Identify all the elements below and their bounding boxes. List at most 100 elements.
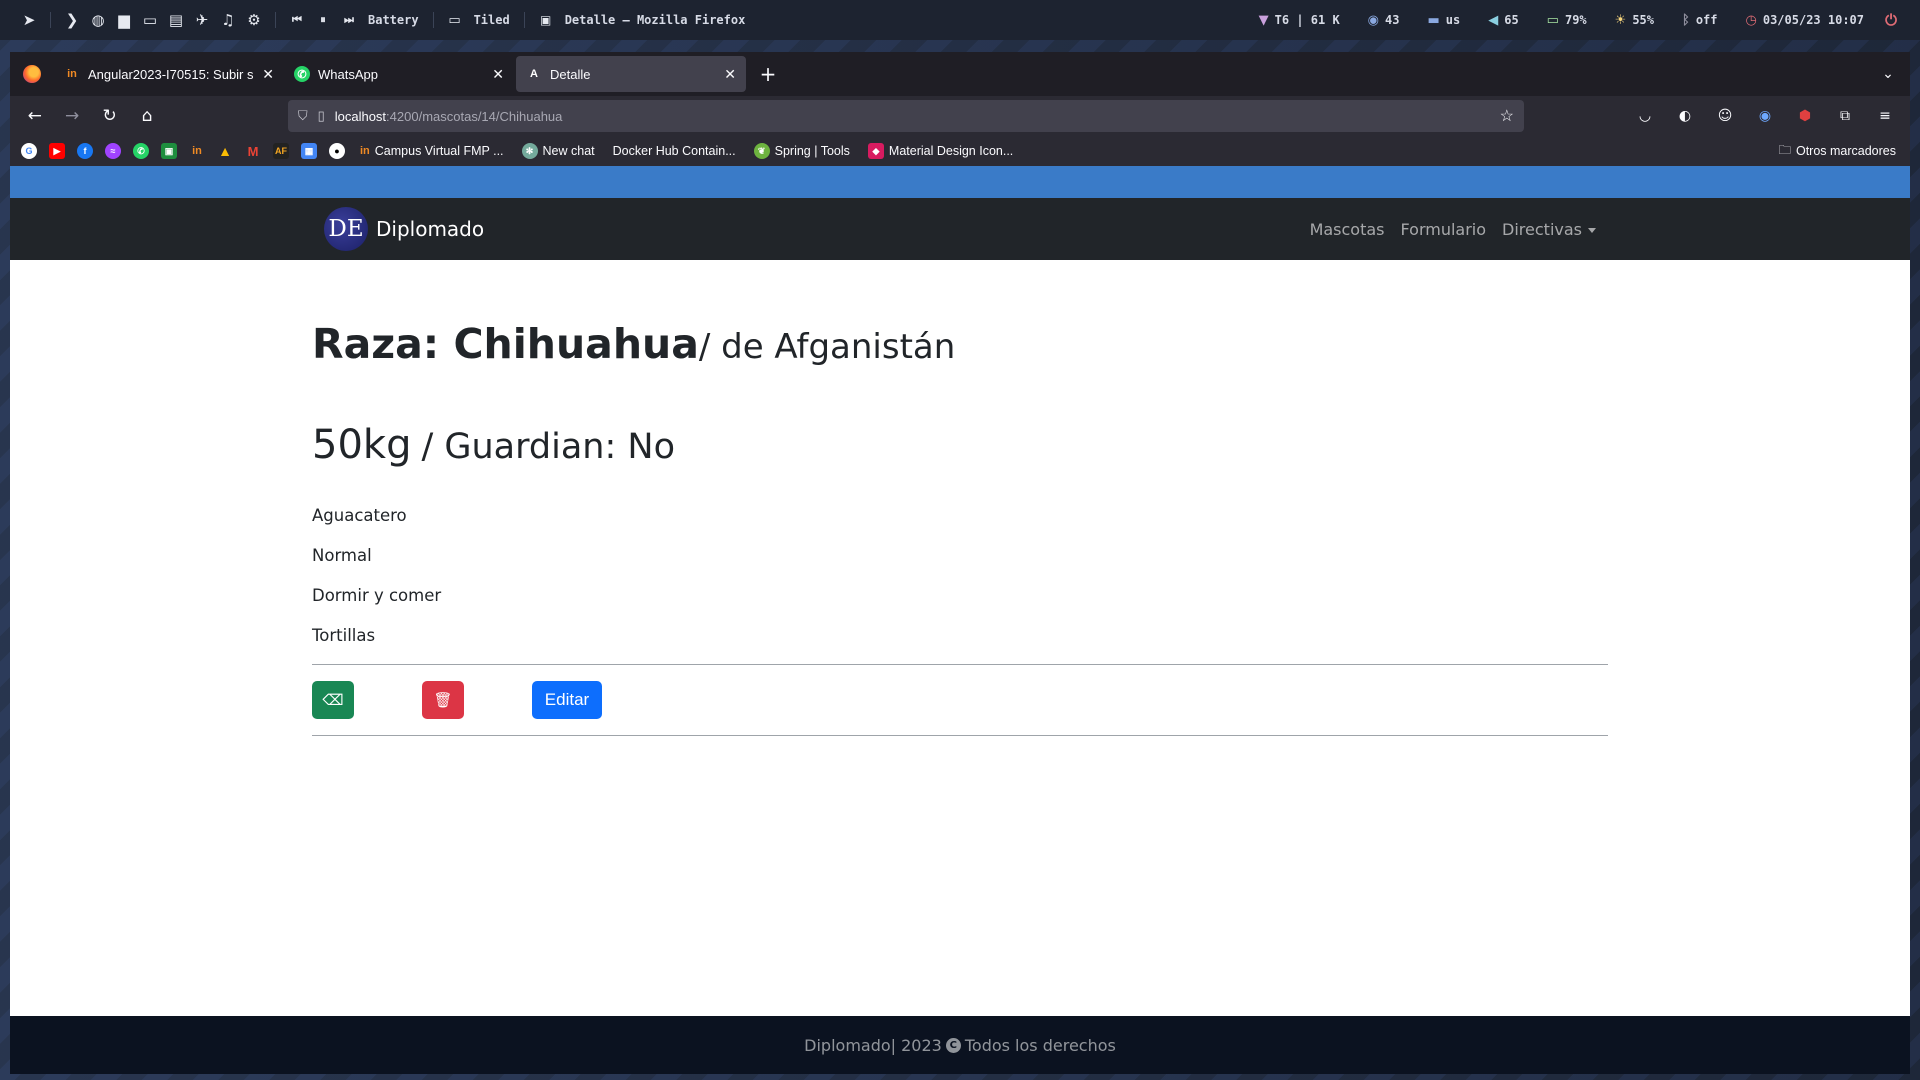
bookmark-star-icon[interactable]: ☆: [1500, 106, 1514, 126]
footer-left: Diplomado| 2023: [804, 1035, 942, 1055]
whatsapp-icon: ✆: [294, 66, 310, 82]
workspace-label: Battery: [368, 13, 419, 27]
keyboard-icon: ▬: [1427, 12, 1440, 28]
whatsapp-bookmark-icon[interactable]: ✆: [130, 141, 152, 161]
back-arrow-icon[interactable]: ←: [18, 101, 51, 131]
power-icon[interactable]: ⏻: [1878, 7, 1904, 33]
chatgpt-icon: ✻: [521, 143, 538, 159]
next-track-icon[interactable]: ⏭: [336, 7, 362, 33]
separator: [432, 12, 434, 28]
edit-button[interactable]: Editar: [532, 681, 602, 719]
pocket-icon[interactable]: ◡: [1628, 101, 1662, 131]
updates-indicator[interactable]: ◉ 43: [1354, 13, 1414, 28]
bookmark-new-chat[interactable]: ✻ New chat: [516, 143, 601, 159]
google-icon[interactable]: G: [18, 141, 40, 161]
institution-icon[interactable]: in: [186, 141, 208, 161]
pet-info-item: Normal: [312, 546, 372, 565]
page-icon: ▯: [317, 108, 325, 123]
launcher-icon[interactable]: ➤: [16, 7, 42, 33]
brightness-indicator[interactable]: ☀ 55%: [1601, 13, 1668, 28]
af-icon[interactable]: AF: [270, 141, 292, 161]
messenger-icon[interactable]: ≈: [102, 141, 124, 161]
network-indicator[interactable]: ▼ T6 | 61 K: [1245, 13, 1354, 28]
updates-icon: ◉: [1367, 12, 1380, 28]
brand-logo: DE: [324, 207, 368, 251]
bookmark-docker[interactable]: Docker Hub Contain...: [607, 144, 742, 158]
footer-right: Todos los derechos: [964, 1035, 1116, 1055]
telegram-icon[interactable]: ✈: [189, 7, 215, 33]
pet-info-item: Dormir y comer: [312, 586, 442, 605]
volume-indicator[interactable]: ◀ 65: [1474, 13, 1532, 28]
nav-formulario[interactable]: Formulario: [1401, 220, 1487, 239]
folder-icon[interactable]: ▆: [111, 7, 137, 33]
classroom-icon[interactable]: ▣: [158, 141, 180, 161]
nav-directivas-dropdown[interactable]: Directivas: [1502, 220, 1596, 239]
url-bar[interactable]: ⛉ ▯ localhost:4200/mascotas/14/Chihuahua…: [287, 100, 1524, 132]
extension-avatar-icon[interactable]: ◐: [1668, 101, 1702, 131]
close-tab-icon[interactable]: ✕: [724, 66, 736, 83]
list-tabs-chevron-icon[interactable]: ⌄: [1866, 52, 1910, 96]
home-icon[interactable]: ⌂: [130, 101, 163, 131]
window-icon: ▣: [540, 13, 552, 27]
drive-icon[interactable]: ▲: [214, 141, 236, 161]
reload-icon[interactable]: ↻: [93, 101, 126, 131]
pause-icon[interactable]: ⏸: [310, 7, 336, 33]
extension-face-icon[interactable]: ☺: [1708, 101, 1742, 131]
bookmarks-toolbar: G ▶ f ≈ ✆ ▣ in ▲ M AF ▦ ● in Campus Virtu…: [10, 136, 1910, 166]
brand[interactable]: DE Diplomado: [324, 207, 484, 251]
tab-whatsapp[interactable]: ✆ WhatsApp ✕: [284, 52, 514, 96]
new-tab-button[interactable]: +: [748, 52, 788, 96]
tab-title: Detalle: [550, 66, 591, 82]
tab-bar: in Angular2023-I70515: Subir so ✕ ✆ What…: [10, 52, 1910, 96]
close-tab-icon[interactable]: ✕: [492, 66, 504, 83]
terminal-icon[interactable]: ❯: [59, 7, 85, 33]
keyboard-indicator[interactable]: ▬ us: [1413, 13, 1474, 28]
other-bookmarks[interactable]: 🗀 Otros marcadores: [1772, 141, 1902, 162]
action-buttons: ⌫ 🗑 Editar: [312, 665, 1608, 735]
spring-leaf-icon: ❦: [753, 143, 770, 159]
browser-window: in Angular2023-I70515: Subir so ✕ ✆ What…: [10, 52, 1910, 1074]
bluetooth-indicator[interactable]: ᛒ off: [1668, 13, 1732, 28]
youtube-icon[interactable]: ▶: [46, 141, 68, 161]
battery-indicator[interactable]: ▭ 79%: [1533, 13, 1601, 28]
firefox-view-button[interactable]: [10, 52, 54, 96]
display-icon: ▭: [448, 12, 461, 28]
menu-hamburger-icon[interactable]: ≡: [1868, 101, 1902, 131]
previous-track-icon[interactable]: ⏮: [284, 7, 310, 33]
gmail-icon[interactable]: M: [242, 141, 264, 161]
nav-mascotas[interactable]: Mascotas: [1310, 220, 1385, 239]
material-icon: ◆: [867, 143, 884, 159]
tab-title: WhatsApp: [318, 66, 378, 82]
monitor-icon[interactable]: ▭: [137, 7, 163, 33]
forward-arrow-icon[interactable]: →: [55, 101, 88, 131]
brightness-icon: ☀: [1614, 12, 1627, 28]
weight-heading: 50kg / Guardian: No: [312, 422, 1608, 468]
page-viewport: DE Diplomado Mascotas Formulario Directi…: [10, 166, 1910, 1074]
extensions-puzzle-icon[interactable]: ⧉: [1828, 101, 1862, 131]
accent-strip: [10, 166, 1910, 198]
ublock-icon[interactable]: ⬢: [1788, 101, 1822, 131]
shield-icon[interactable]: ⛉: [298, 108, 308, 124]
tab-angular[interactable]: in Angular2023-I70515: Subir so ✕: [54, 52, 284, 96]
tab-detalle[interactable]: A Detalle ✕: [516, 56, 746, 92]
breed-name: Raza: Chihuahua: [312, 320, 699, 368]
globe-icon[interactable]: ◍: [85, 7, 111, 33]
facebook-icon[interactable]: f: [74, 141, 96, 161]
trash-icon: 🗑: [433, 692, 453, 709]
back-button[interactable]: ⌫: [312, 681, 354, 719]
notes-icon[interactable]: ▤: [163, 7, 189, 33]
extension-blue-icon[interactable]: ◉: [1748, 101, 1782, 131]
bookmark-material-icons[interactable]: ◆ Material Design Icon...: [862, 143, 1019, 159]
calendar-icon[interactable]: ▦: [298, 141, 320, 161]
site-footer: Diplomado| 2023 C Todos los derechos: [10, 1016, 1910, 1074]
github-icon[interactable]: ●: [326, 141, 348, 161]
navigation-toolbar: ← → ↻ ⌂ ⛉ ▯ localhost:4200/mascotas/14/C…: [10, 96, 1910, 136]
delete-button[interactable]: 🗑: [422, 681, 464, 719]
clock-indicator[interactable]: ◷ 03/05/23 10:07: [1732, 13, 1879, 28]
music-icon[interactable]: ♫: [215, 7, 241, 33]
settings-gear-icon[interactable]: ⚙: [241, 7, 267, 33]
close-tab-icon[interactable]: ✕: [262, 66, 274, 83]
bookmark-spring[interactable]: ❦ Spring | Tools: [748, 143, 856, 159]
layout-label[interactable]: Tiled: [468, 13, 516, 27]
bookmark-campus[interactable]: in Campus Virtual FMP ...: [354, 144, 510, 158]
